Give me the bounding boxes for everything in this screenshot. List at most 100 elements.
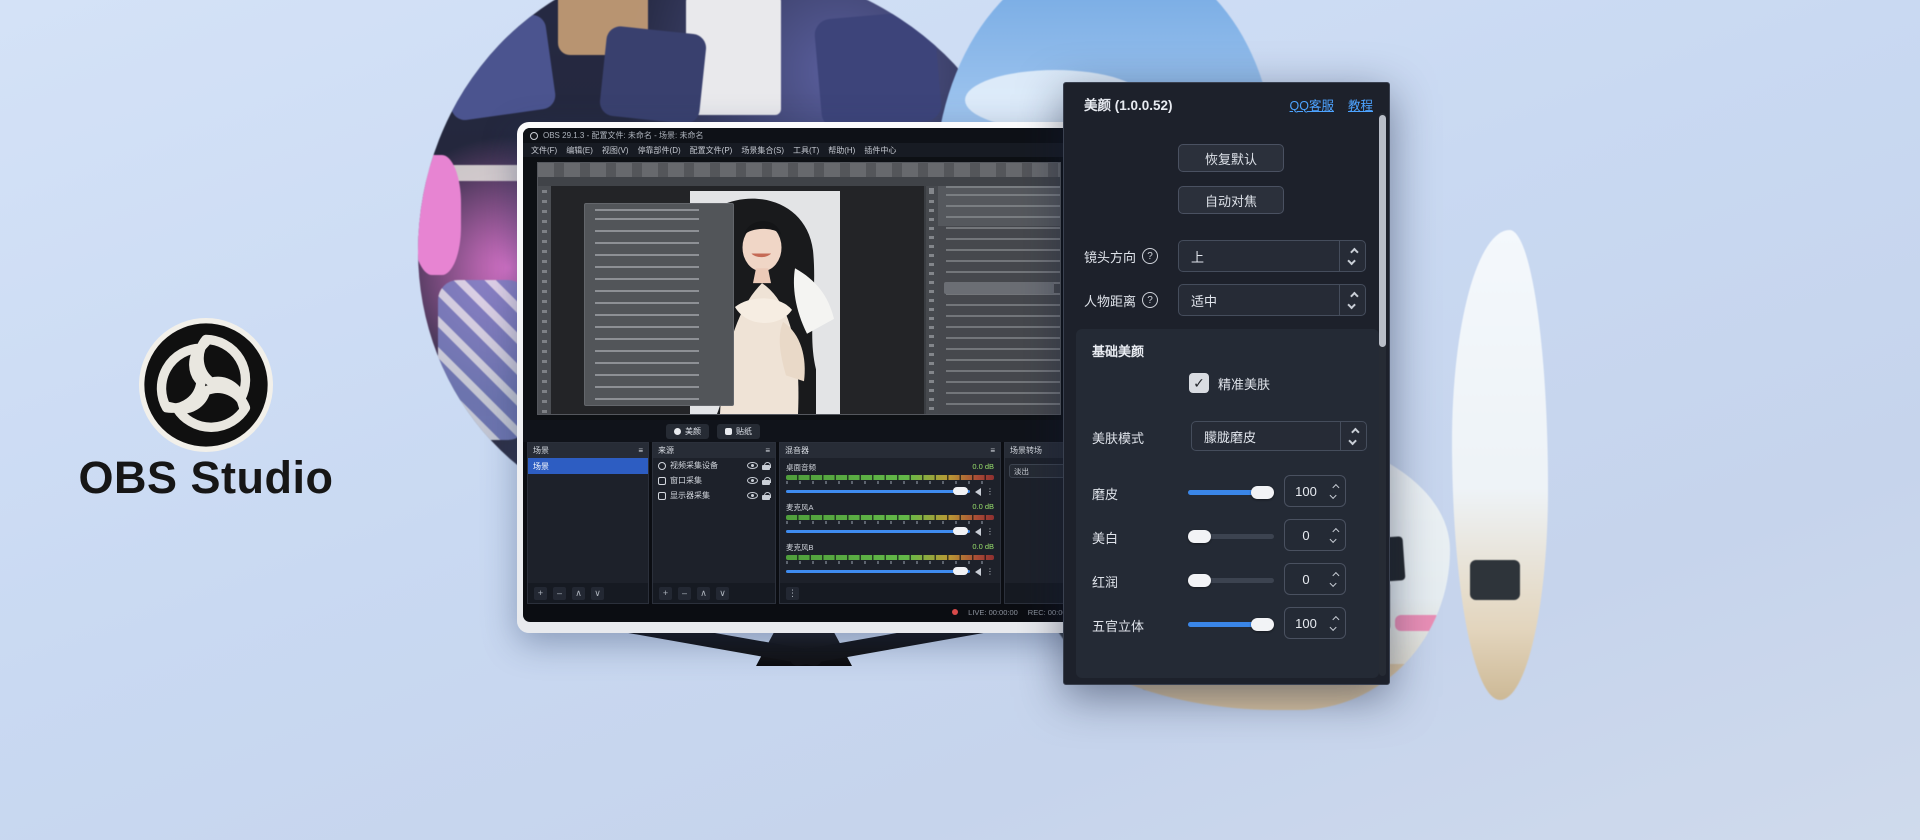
smoothing-slider[interactable] xyxy=(1188,490,1274,495)
lock-icon[interactable] xyxy=(762,477,770,485)
scene-item-selected[interactable]: 场景 xyxy=(528,458,648,474)
slider-handle[interactable] xyxy=(1251,486,1274,499)
volume-slider[interactable] xyxy=(786,530,970,533)
visibility-eye-icon[interactable] xyxy=(747,492,758,499)
hamburger-icon[interactable]: ≡ xyxy=(990,446,995,455)
volume-meter xyxy=(786,555,994,560)
menu-help[interactable]: 帮助(H) xyxy=(828,145,855,156)
menu-profile[interactable]: 配置文件(P) xyxy=(690,145,733,156)
transitions-dock-title: 场景转场 xyxy=(1010,445,1042,456)
ps-layer-selected xyxy=(944,282,1054,294)
tutorial-link[interactable]: 教程 xyxy=(1348,95,1373,114)
speaker-icon[interactable] xyxy=(975,488,981,496)
volume-slider[interactable] xyxy=(786,570,970,573)
help-icon[interactable]: ? xyxy=(1142,248,1158,264)
obs-menubar: 文件(F) 编辑(E) 视图(V) 停靠部件(D) 配置文件(P) 场景集合(S… xyxy=(523,143,1085,157)
stepper-arrows-icon[interactable] xyxy=(1327,573,1345,586)
precise-skin-checkbox[interactable]: ✓ 精准美肤 xyxy=(1189,373,1270,393)
speaker-icon[interactable] xyxy=(975,528,981,536)
rosy-value-stepper[interactable]: 0 xyxy=(1284,563,1346,595)
kebab-menu-icon[interactable]: ⋮ xyxy=(986,567,994,576)
visibility-eye-icon[interactable] xyxy=(747,462,758,469)
scene-down-button[interactable]: ∨ xyxy=(591,587,604,600)
basic-beauty-section: 基础美颜 ✓ 精准美肤 美肤模式 朦胧磨皮 磨皮 100 xyxy=(1076,329,1379,678)
qq-support-link[interactable]: QQ客服 xyxy=(1290,95,1334,114)
remove-scene-button[interactable]: – xyxy=(553,587,566,600)
channel-db: 0.0 dB xyxy=(972,542,994,553)
lock-icon[interactable] xyxy=(762,462,770,470)
stepper-arrows-icon[interactable] xyxy=(1327,529,1345,542)
stepper-arrows-icon[interactable] xyxy=(1327,485,1345,498)
scenes-dock-header: 场景 ≡ xyxy=(528,443,648,458)
rosy-slider[interactable] xyxy=(1188,578,1274,583)
chevron-updown-icon[interactable] xyxy=(1339,241,1365,271)
hamburger-icon[interactable]: ≡ xyxy=(638,446,643,455)
menu-docks[interactable]: 停靠部件(D) xyxy=(638,145,681,156)
plugin-tab-beauty[interactable]: 美颜 xyxy=(666,424,709,439)
scrollbar-thumb[interactable] xyxy=(1379,115,1386,347)
slider-handle[interactable] xyxy=(1188,530,1211,543)
source-item[interactable]: 窗口采集 xyxy=(653,473,775,488)
source-item[interactable]: 视频采集设备 xyxy=(653,458,775,473)
smoothing-value-stepper[interactable]: 100 xyxy=(1284,475,1346,507)
obs-dock-area: 场景 ≡ 场景 + – ∧ ∨ xyxy=(527,442,1085,604)
menu-scene-collection[interactable]: 场景集合(S) xyxy=(741,145,784,156)
source-name: 显示器采集 xyxy=(670,490,710,501)
facial-3d-value-stepper[interactable]: 100 xyxy=(1284,607,1346,639)
source-up-button[interactable]: ∧ xyxy=(697,587,710,600)
transition-value: 淡出 xyxy=(1014,466,1029,477)
plugin-tab-row: 美颜 贴纸 xyxy=(523,420,1085,442)
scenes-toolbar: + – ∧ ∨ xyxy=(528,583,648,603)
kebab-menu-icon[interactable]: ⋮ xyxy=(986,487,994,496)
help-icon[interactable]: ? xyxy=(1142,292,1158,308)
ps-document-tabs xyxy=(538,177,1060,186)
chevron-updown-icon[interactable] xyxy=(1339,285,1365,315)
add-scene-button[interactable]: + xyxy=(534,587,547,600)
menu-edit[interactable]: 编辑(E) xyxy=(566,145,593,156)
menu-file[interactable]: 文件(F) xyxy=(531,145,557,156)
plugin-tab-sticker[interactable]: 贴纸 xyxy=(717,424,760,439)
camera-source-icon xyxy=(658,462,666,470)
chevron-updown-icon[interactable] xyxy=(1340,422,1366,450)
restore-default-button[interactable]: 恢复默认 xyxy=(1178,144,1284,172)
volume-slider-handle[interactable] xyxy=(953,487,968,495)
mixer-config-button[interactable]: ⋮ xyxy=(786,587,799,600)
volume-slider-handle[interactable] xyxy=(953,567,968,575)
promo-canvas: OBS Studio OBS 29.1.3 - 配置文件: 未命名 - 场景: … xyxy=(0,0,1920,840)
volume-meter xyxy=(786,475,994,480)
volume-slider[interactable] xyxy=(786,490,970,493)
captured-photoshop-window xyxy=(537,162,1061,415)
facial-3d-slider[interactable] xyxy=(1188,622,1274,627)
panel-scrollbar[interactable] xyxy=(1379,113,1386,676)
scene-up-button[interactable]: ∧ xyxy=(572,587,585,600)
beauty-panel-header: 美颜 (1.0.0.52) QQ客服 教程 xyxy=(1084,93,1373,115)
smoothing-slider-row: 磨皮 100 xyxy=(1076,477,1379,507)
whitening-value-stepper[interactable]: 0 xyxy=(1284,519,1346,551)
ps-toolbar xyxy=(538,186,551,414)
slider-handle[interactable] xyxy=(1188,574,1211,587)
source-down-button[interactable]: ∨ xyxy=(716,587,729,600)
menu-plugin-center[interactable]: 插件中心 xyxy=(864,145,896,156)
stepper-arrows-icon[interactable] xyxy=(1327,617,1345,630)
lock-icon[interactable] xyxy=(762,492,770,500)
camera-direction-select[interactable]: 上 xyxy=(1178,240,1366,272)
checkbox-check-icon[interactable]: ✓ xyxy=(1189,373,1209,393)
kebab-menu-icon[interactable]: ⋮ xyxy=(986,527,994,536)
person-distance-select[interactable]: 适中 xyxy=(1178,284,1366,316)
volume-slider-handle[interactable] xyxy=(953,527,968,535)
hamburger-icon[interactable]: ≡ xyxy=(765,446,770,455)
skin-mode-select[interactable]: 朦胧磨皮 xyxy=(1191,421,1367,451)
auto-focus-button[interactable]: 自动对焦 xyxy=(1178,186,1284,214)
speaker-icon[interactable] xyxy=(975,568,981,576)
mixer-channels: 桌面音频 0.0 dB ⋮ xyxy=(780,458,1000,583)
menu-view[interactable]: 视图(V) xyxy=(602,145,629,156)
visibility-eye-icon[interactable] xyxy=(747,477,758,484)
source-item[interactable]: 显示器采集 xyxy=(653,488,775,503)
whitening-slider[interactable] xyxy=(1188,534,1274,539)
menu-tools[interactable]: 工具(T) xyxy=(793,145,819,156)
monitor: OBS 29.1.3 - 配置文件: 未命名 - 场景: 未命名 文件(F) 编… xyxy=(517,122,1091,633)
remove-source-button[interactable]: – xyxy=(678,587,691,600)
slider-handle[interactable] xyxy=(1251,618,1274,631)
add-source-button[interactable]: + xyxy=(659,587,672,600)
blob-pattern xyxy=(438,280,528,440)
